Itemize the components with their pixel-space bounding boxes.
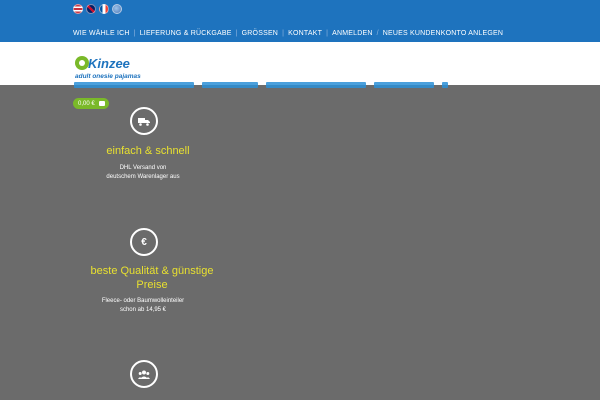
logo-tagline: adult onesie pajamas [75,73,141,80]
nav-separator: / [376,30,379,37]
feature-text: deutschem Warenlager aus [106,174,180,180]
nav-anmelden[interactable]: ANMELDEN [332,30,373,37]
feature-text: schon ab 14,95 € [119,307,167,313]
basket-icon [98,101,105,106]
logo-name: Kinzee [88,56,130,71]
main-nav-item[interactable] [202,82,258,88]
main-nav-item[interactable] [374,82,434,88]
cart-button[interactable]: 0,00 € [73,98,109,109]
nav-groessen[interactable]: GRÖSSEN [242,30,278,37]
truck-icon [130,107,158,135]
feature-title: einfach & schnell [106,145,190,157]
feature-text: DHL Versand von [119,165,167,171]
us-flag-icon[interactable] [73,4,83,14]
top-nav: WIE WÄHLE ICH | LIEFERUNG & RÜCKGABE | G… [73,30,503,37]
nav-neues-kundenkonto[interactable]: NEUES KUNDENKONTO ANLEGEN [383,30,503,37]
group-icon [130,360,158,388]
main-nav [74,82,448,90]
feature-title: Preise [136,279,168,291]
group-icon-glyph [138,370,150,379]
nav-wie-waehle-ich[interactable]: WIE WÄHLE ICH [73,30,130,37]
world-flag-icon[interactable] [112,4,122,14]
nav-separator: | [282,30,285,37]
feature-text: Fleece- oder Baumwolleinteiler [101,298,185,304]
feature-title: beste Qualität & günstige [90,265,214,277]
main-nav-item[interactable] [74,82,194,88]
nav-kontakt[interactable]: KONTAKT [288,30,322,37]
main-nav-item[interactable] [266,82,366,88]
top-bar: WIE WÄHLE ICH | LIEFERUNG & RÜCKGABE | G… [0,0,600,42]
nav-separator: | [326,30,329,37]
euro-icon: € [130,228,158,256]
nav-separator: | [133,30,136,37]
truck-icon-glyph [138,117,150,126]
cart-amount: 0,00 € [78,100,95,107]
language-switcher [73,4,122,14]
fr-flag-icon[interactable] [99,4,109,14]
nav-separator: | [235,30,238,37]
main-nav-item[interactable] [442,82,448,88]
uk-flag-icon[interactable] [86,4,96,14]
nav-lieferung[interactable]: LIEFERUNG & RÜCKGABE [140,30,232,37]
kinzee-logo[interactable]: Kinzee adult onesie pajamas [74,53,154,81]
